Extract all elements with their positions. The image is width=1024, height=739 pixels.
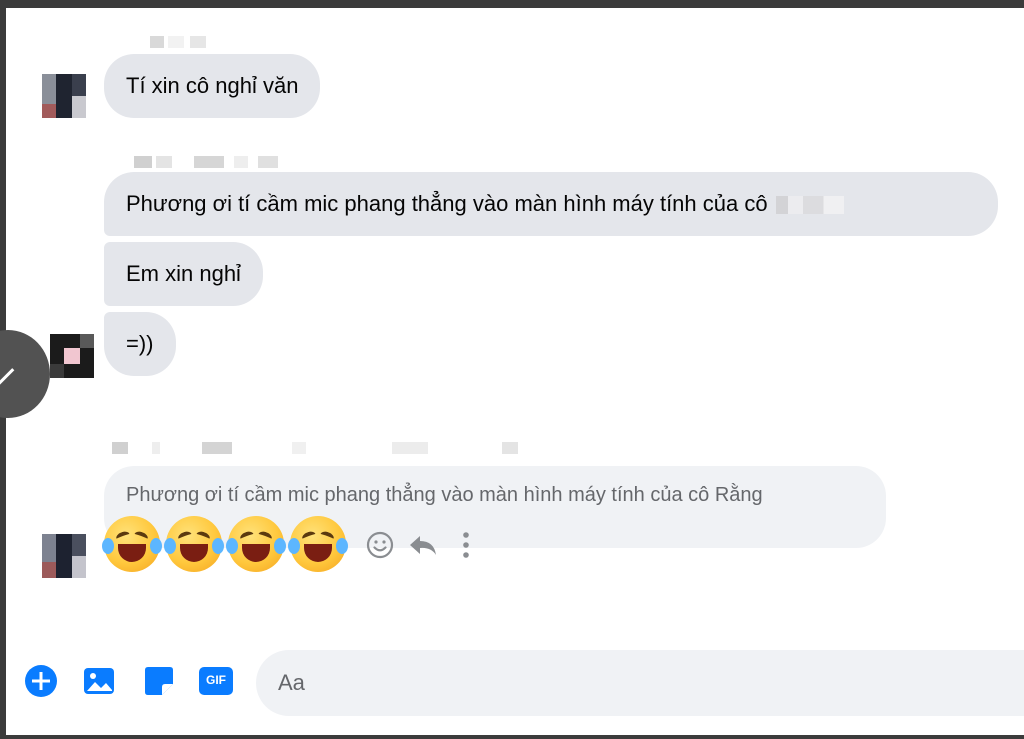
plus-circle-icon[interactable]	[24, 664, 58, 698]
redacted-name	[775, 196, 844, 215]
avatar[interactable]	[42, 534, 86, 578]
window-bottom-border	[0, 735, 1024, 739]
message-text: Phương ơi tí cầm mic phang thẳng vào màn…	[126, 191, 768, 216]
message-bubble[interactable]: Tí xin cô nghỉ văn	[104, 54, 321, 118]
scroll-indicator[interactable]	[0, 330, 50, 418]
avatar[interactable]	[50, 334, 94, 378]
sender-name-redacted	[150, 36, 210, 48]
avatar[interactable]	[42, 74, 86, 118]
image-icon[interactable]	[82, 664, 116, 698]
message-bubble[interactable]: Phương ơi tí cầm mic phang thẳng vào màn…	[104, 172, 998, 236]
sender-name-redacted	[134, 156, 284, 168]
rolling-on-floor-laughing-emoji	[102, 516, 162, 572]
more-options-icon[interactable]	[456, 530, 476, 566]
message-bubble[interactable]: =))	[104, 312, 176, 376]
message-input[interactable]	[256, 650, 976, 716]
rolling-on-floor-laughing-emoji	[288, 516, 348, 572]
gif-icon[interactable]: GIF	[198, 664, 233, 698]
sender-name-redacted	[112, 442, 522, 454]
message-bubble[interactable]: Em xin nghỉ	[104, 242, 263, 306]
gif-icon-label: GIF	[206, 673, 226, 687]
sticker-icon[interactable]	[142, 664, 176, 698]
reply-icon[interactable]	[406, 530, 440, 566]
message-text: Tí xin cô nghỉ văn	[126, 73, 299, 98]
window-top-border	[0, 0, 1024, 8]
quoted-text: Phương ơi tí cầm mic phang thẳng vào màn…	[126, 484, 763, 506]
react-icon[interactable]	[364, 530, 396, 566]
replied-message-quote[interactable]: Phương ơi tí cầm mic phang thẳng vào màn…	[104, 466, 886, 548]
rolling-on-floor-laughing-emoji	[164, 516, 224, 572]
rolling-on-floor-laughing-emoji	[226, 516, 286, 572]
message-input-container[interactable]	[256, 650, 1024, 716]
message-text: Em xin nghỉ	[126, 261, 241, 286]
message-text: =))	[126, 331, 154, 356]
